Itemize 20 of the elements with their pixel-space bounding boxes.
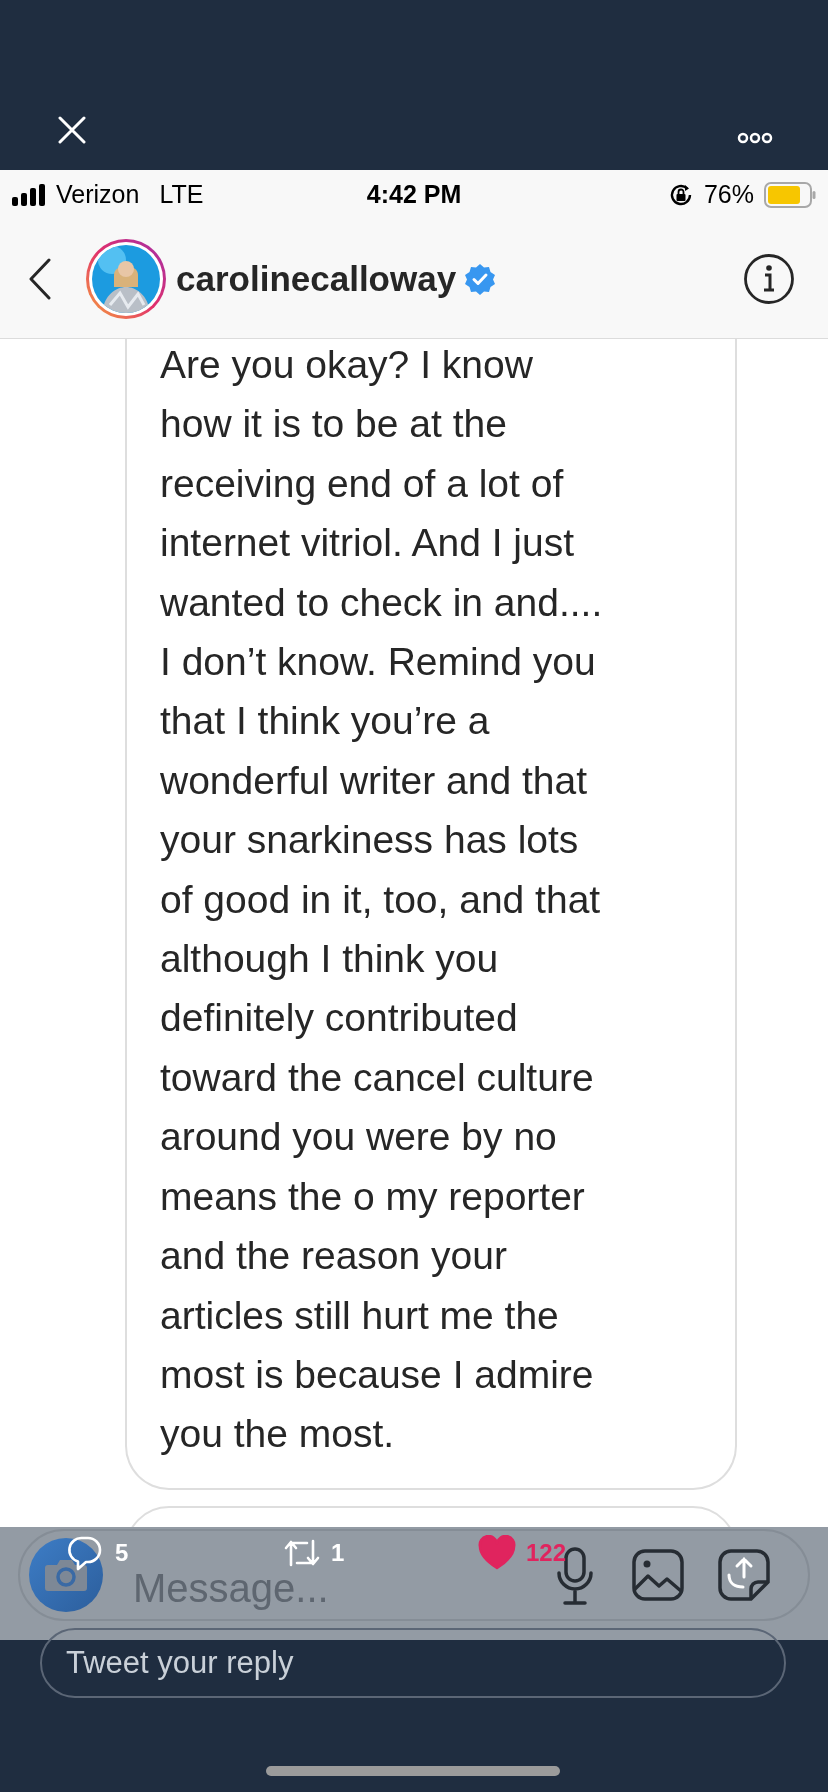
- signal-icon: [12, 184, 48, 206]
- reply-field[interactable]: Tweet your reply: [40, 1628, 786, 1698]
- carrier-name: Verizon: [56, 179, 140, 211]
- camera-icon: [44, 1557, 88, 1593]
- info-icon[interactable]: [743, 253, 795, 305]
- battery-icon: [764, 182, 816, 208]
- like-button[interactable]: 122: [478, 1533, 567, 1573]
- camera-button[interactable]: [29, 1538, 103, 1612]
- clock: 4:42 PM: [366, 179, 462, 211]
- reply-button[interactable]: 5: [67, 1533, 129, 1573]
- close-icon[interactable]: [58, 116, 86, 144]
- network-type: LTE: [159, 179, 204, 211]
- sticker-icon[interactable]: [718, 1549, 770, 1601]
- message-text: Are you okay? I know how it is to be at the receiving end of a lot of internet vitriol. And I just wanted to check in and.... I don’t know. Remind you that I think you’re a wonderful writer and that your snarkiness has lots of good in it, too, and that although I think you definitely contributed toward the cancel culture around you were by no means the o my reporter and the reason your articles still hurt me the most is because I admire you the most.: [160, 342, 604, 1458]
- retweet-button[interactable]: 1: [283, 1533, 345, 1573]
- username[interactable]: carolinecalloway: [176, 252, 457, 306]
- more-icon[interactable]: [737, 132, 773, 144]
- battery-percentage: 76%: [703, 179, 754, 211]
- gallery-icon[interactable]: [632, 1549, 684, 1601]
- back-icon[interactable]: [28, 258, 52, 300]
